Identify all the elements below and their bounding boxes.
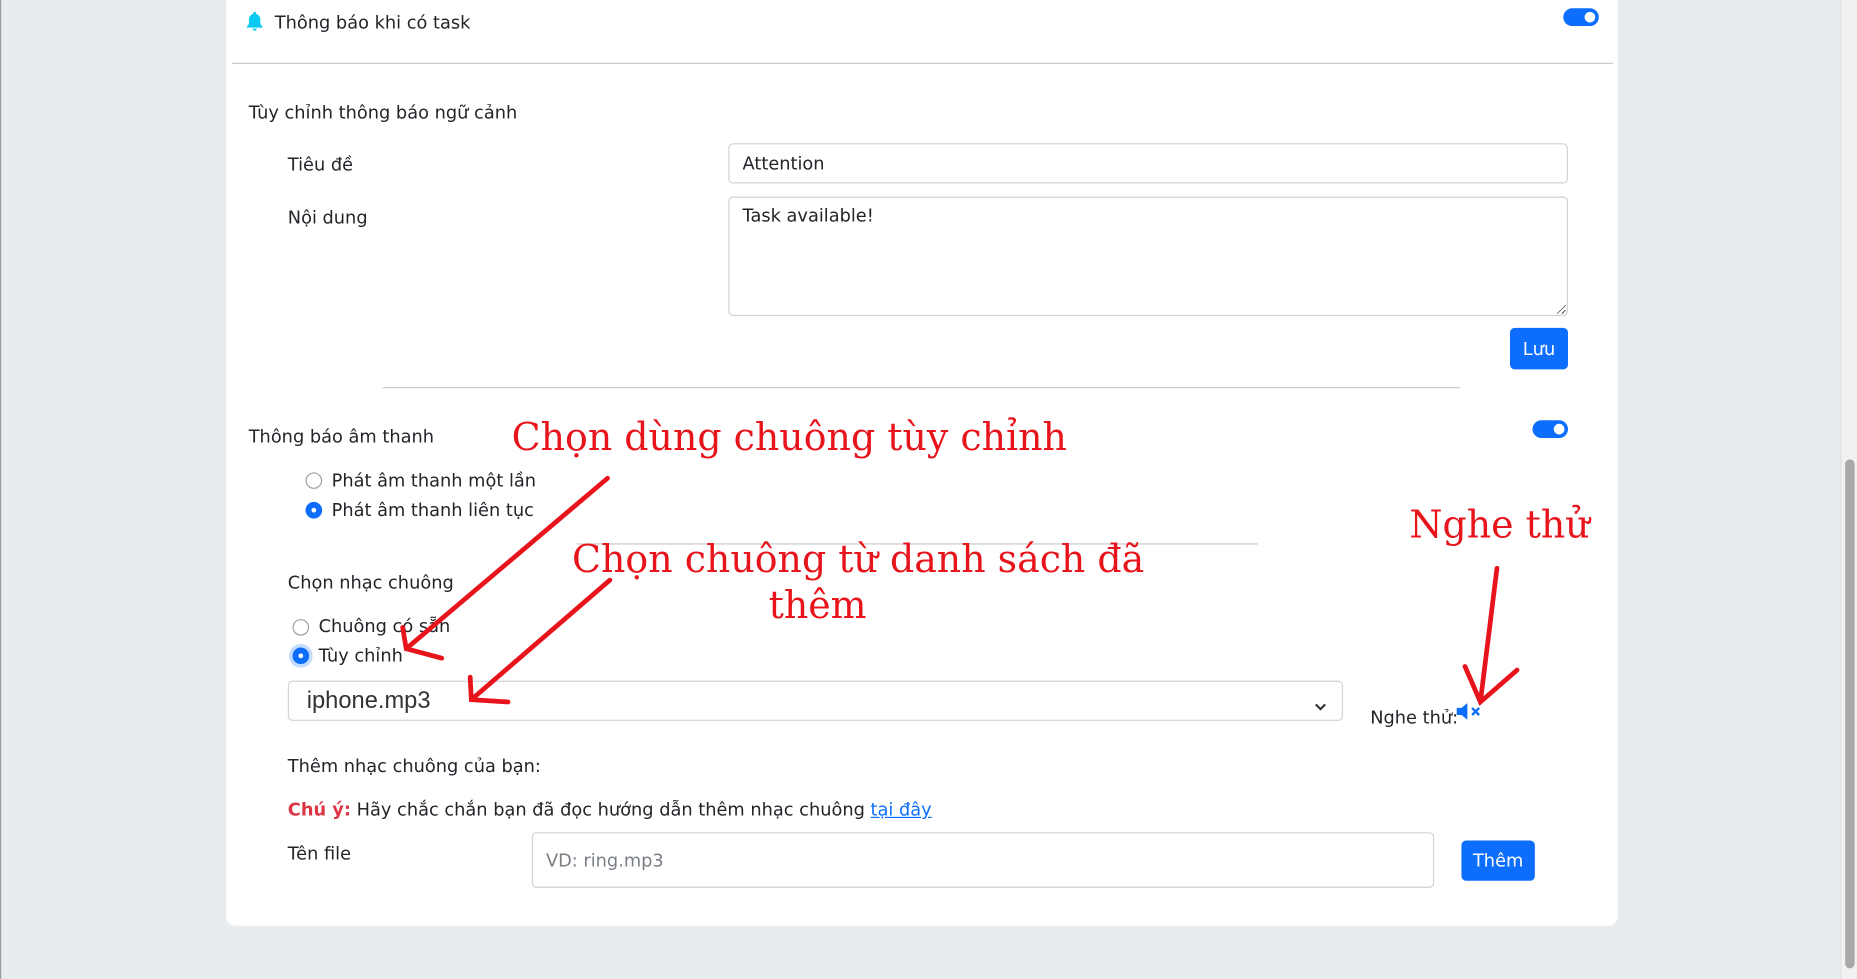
arrow-to-custom-radio bbox=[400, 475, 610, 661]
annotation-arrows bbox=[400, 475, 1520, 706]
arrow-to-select bbox=[467, 577, 613, 705]
scrollbar[interactable] bbox=[1840, 0, 1857, 979]
arrow-to-speaker bbox=[1462, 565, 1520, 706]
scrollbar-thumb[interactable] bbox=[1845, 459, 1855, 969]
